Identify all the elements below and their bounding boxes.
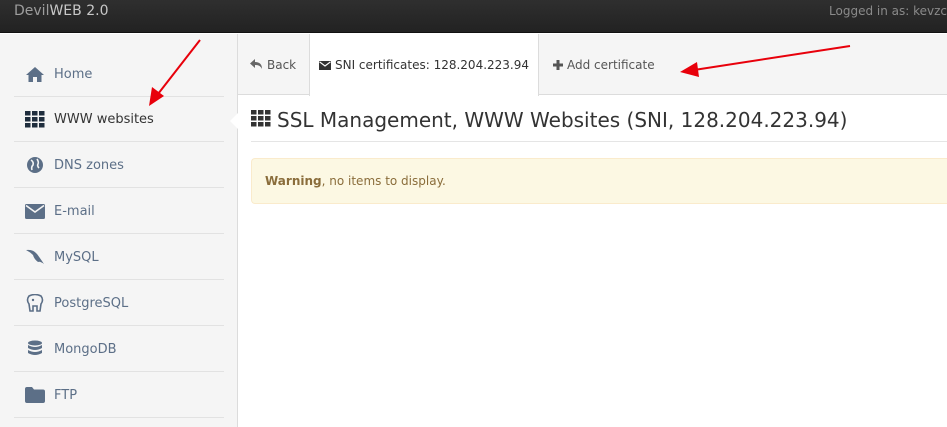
sidebar: Home WWW websites DNS zones E-mail MySQL	[0, 34, 239, 427]
page-title: SSL Management, WWW Websites (SNI, 128.2…	[251, 108, 847, 132]
brand-prefix: Devil	[14, 3, 50, 19]
brand-suffix: WEB 2.0	[49, 3, 109, 19]
home-icon	[24, 65, 46, 83]
sidebar-item-ftp[interactable]: FTP	[14, 373, 224, 418]
page-title-text: SSL Management, WWW Websites (SNI, 128.2…	[277, 108, 848, 132]
database-icon	[24, 340, 46, 358]
warning-alert: Warning, no items to display.	[251, 158, 947, 204]
sidebar-item-label: FTP	[54, 387, 78, 403]
sidebar-item-label: DNS zones	[54, 157, 124, 173]
top-navbar: DevilWEB 2.0 Logged in as: kevzc	[0, 0, 947, 33]
folder-icon	[24, 386, 46, 404]
sidebar-item-mongodb[interactable]: MongoDB	[14, 327, 224, 372]
sidebar-item-label: E-mail	[54, 203, 95, 219]
sidebar-item-email[interactable]: E-mail	[14, 189, 224, 234]
sidebar-item-dns-zones[interactable]: DNS zones	[14, 143, 224, 188]
sidebar-item-home[interactable]: Home	[14, 52, 224, 97]
elephant-icon	[24, 294, 46, 312]
envelope-icon	[318, 60, 331, 70]
dolphin-icon	[24, 248, 46, 266]
warning-strong: Warning	[265, 174, 322, 188]
sidebar-item-postgresql[interactable]: PostgreSQL	[14, 281, 224, 326]
sidebar-item-label: MySQL	[54, 249, 99, 265]
sidebar-item-label: MongoDB	[54, 341, 117, 357]
sidebar-item-label: Home	[54, 66, 93, 82]
grid-icon	[24, 110, 46, 128]
tab-back[interactable]: Back	[250, 34, 296, 95]
sidebar-item-label: PostgreSQL	[54, 295, 129, 311]
globe-icon	[24, 156, 46, 174]
warning-text: , no items to display.	[321, 174, 446, 188]
logged-in-label[interactable]: Logged in as: kevzc	[829, 4, 947, 18]
sidebar-item-label: WWW websites	[54, 111, 154, 127]
grid-icon	[251, 109, 271, 131]
brand-logo[interactable]: DevilWEB 2.0	[14, 3, 108, 19]
back-label: Back	[267, 57, 297, 72]
sni-certificates-label: SNI certificates: 128.204.223.94	[334, 58, 530, 72]
tab-bar: Back SNI certificates: 128.204.223.94 Ad…	[238, 34, 947, 96]
back-arrow-icon	[250, 59, 263, 70]
sidebar-item-www-websites[interactable]: WWW websites	[14, 97, 239, 142]
tab-sni-certificates[interactable]: SNI certificates: 128.204.223.94	[309, 34, 539, 96]
add-certificate-label: Add certificate	[567, 57, 655, 72]
sidebar-item-mysql[interactable]: MySQL	[14, 235, 224, 280]
title-divider	[251, 141, 947, 142]
envelope-icon	[24, 202, 46, 220]
plus-icon	[553, 59, 563, 70]
tab-add-certificate[interactable]: Add certificate	[553, 34, 655, 95]
